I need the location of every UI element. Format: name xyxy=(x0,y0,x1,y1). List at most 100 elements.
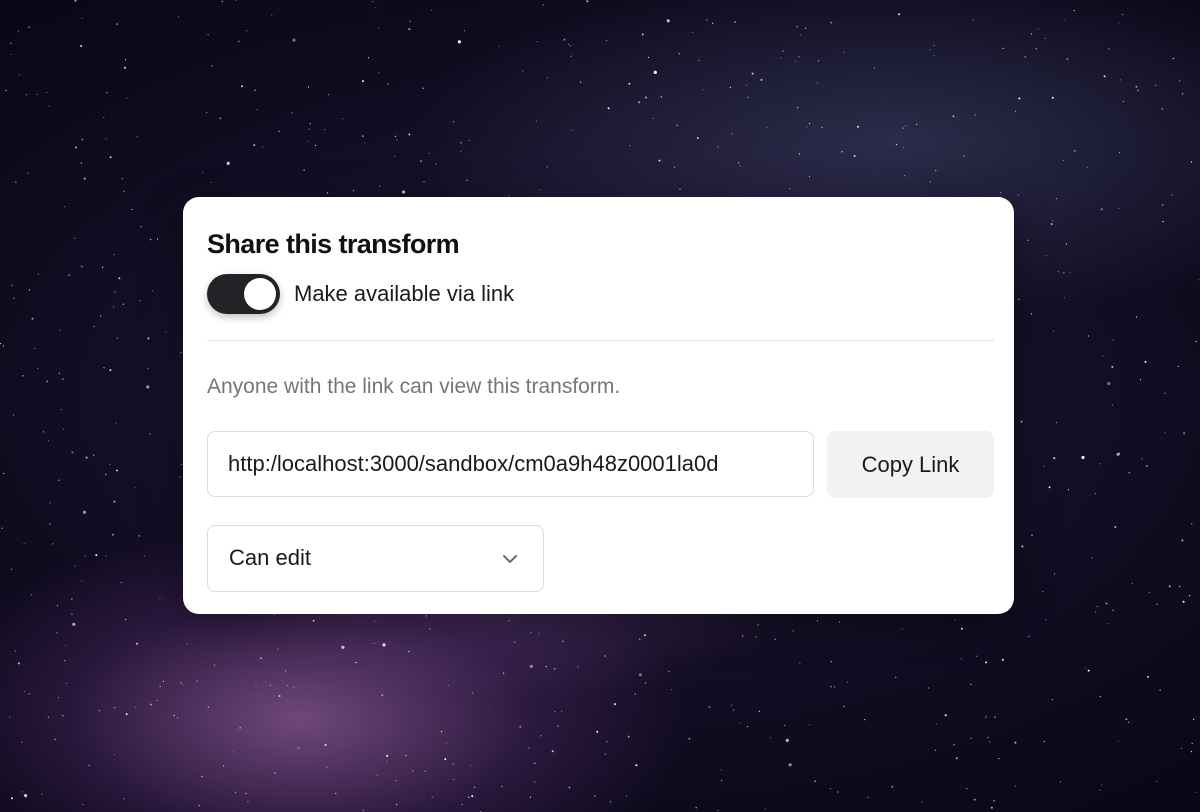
star xyxy=(74,565,76,567)
star xyxy=(387,83,389,85)
star xyxy=(21,791,23,793)
star xyxy=(378,27,380,29)
star xyxy=(963,155,965,157)
star xyxy=(577,666,579,668)
star xyxy=(23,690,25,692)
star xyxy=(431,9,433,11)
star xyxy=(312,619,315,622)
star xyxy=(670,689,673,691)
star xyxy=(102,266,104,268)
star xyxy=(58,479,60,481)
star xyxy=(536,41,538,43)
star xyxy=(256,108,258,111)
star xyxy=(1180,747,1183,749)
star xyxy=(461,803,463,806)
star xyxy=(375,7,377,9)
star xyxy=(22,375,24,377)
star xyxy=(841,151,843,153)
star xyxy=(10,797,13,800)
star xyxy=(629,145,631,147)
star xyxy=(396,803,398,806)
star xyxy=(124,59,127,61)
star xyxy=(731,133,734,135)
copy-link-button[interactable]: Copy Link xyxy=(827,431,994,498)
star xyxy=(1112,609,1114,611)
star xyxy=(1181,539,1184,542)
star xyxy=(653,70,657,74)
share-dialog: Share this transform Make available via … xyxy=(183,197,1014,614)
star xyxy=(241,85,243,88)
star xyxy=(864,719,866,721)
star xyxy=(1164,392,1166,394)
star xyxy=(569,45,571,47)
star xyxy=(395,780,397,782)
star xyxy=(1148,592,1150,594)
star xyxy=(1027,239,1029,241)
star xyxy=(408,133,411,136)
star xyxy=(147,337,150,340)
star xyxy=(1095,611,1097,613)
star xyxy=(125,713,128,716)
star xyxy=(1190,751,1192,753)
star xyxy=(1081,455,1085,460)
star xyxy=(105,138,107,140)
star xyxy=(355,662,357,664)
star xyxy=(702,89,704,91)
star xyxy=(122,303,124,305)
star xyxy=(1020,420,1023,423)
star xyxy=(31,317,34,320)
star xyxy=(41,793,43,795)
star xyxy=(551,750,554,753)
star xyxy=(679,188,681,190)
star xyxy=(95,554,98,557)
star xyxy=(286,684,288,687)
star xyxy=(143,555,145,557)
star xyxy=(1161,108,1163,110)
star xyxy=(11,284,13,286)
star xyxy=(58,372,61,374)
star xyxy=(156,699,158,702)
star xyxy=(538,633,540,635)
star xyxy=(1141,458,1143,460)
star xyxy=(1045,619,1047,621)
star xyxy=(1014,741,1017,744)
star xyxy=(645,682,647,684)
star xyxy=(367,57,369,59)
star xyxy=(660,96,662,98)
link-sharing-toggle[interactable] xyxy=(207,274,280,314)
star xyxy=(1177,365,1179,367)
star xyxy=(472,692,474,694)
star xyxy=(902,127,904,129)
share-link-input[interactable] xyxy=(207,431,814,497)
star xyxy=(901,628,903,630)
star xyxy=(14,650,16,652)
star xyxy=(247,801,249,803)
star xyxy=(546,77,549,79)
star xyxy=(177,16,180,18)
star xyxy=(453,778,455,781)
star xyxy=(1118,22,1120,24)
star xyxy=(799,34,802,36)
star xyxy=(853,155,856,157)
star xyxy=(105,473,107,475)
star xyxy=(935,723,938,725)
star xyxy=(452,763,454,765)
star xyxy=(1189,595,1191,597)
star xyxy=(1063,272,1065,274)
star xyxy=(361,135,364,138)
star xyxy=(206,111,208,114)
star xyxy=(678,53,680,55)
star xyxy=(378,72,380,74)
star xyxy=(149,703,152,706)
star xyxy=(466,179,468,181)
star xyxy=(140,226,142,228)
star xyxy=(985,661,988,664)
star xyxy=(1062,159,1065,161)
star xyxy=(1017,298,1020,301)
permission-selected-value: Can edit xyxy=(229,545,311,570)
permission-select[interactable]: Can edit xyxy=(207,525,544,592)
star xyxy=(326,766,328,768)
star xyxy=(1056,198,1058,200)
star xyxy=(394,155,396,158)
star xyxy=(278,695,281,697)
